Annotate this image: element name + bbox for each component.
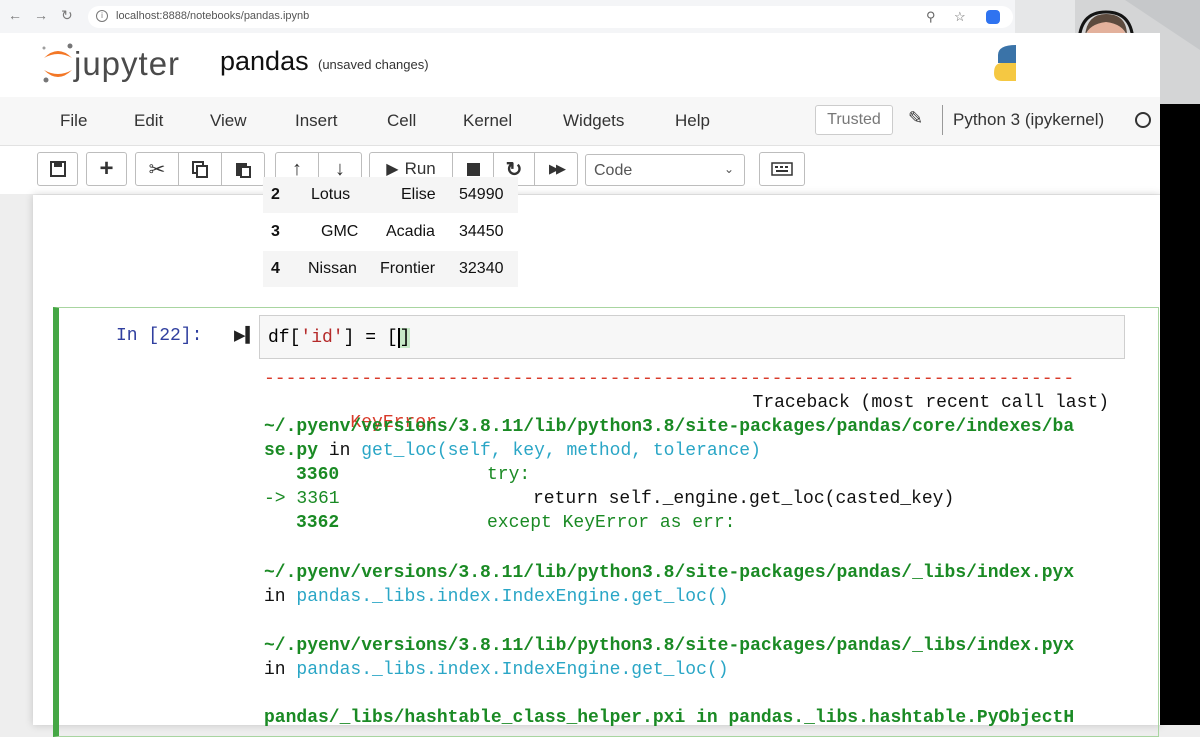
traceback-function: pandas._libs.index.IndexEngine.get_loc() [296,660,729,680]
address-bar[interactable]: i localhost:8888/notebooks/pandas.ipynb … [88,6,1013,28]
traceback-path: ~/.pyenv/versions/3.8.11/lib/python3.8/s… [264,636,1075,656]
cell-price: 32340 [459,260,504,277]
cell-model: Elise [401,186,436,203]
line-number: 3362 [296,513,340,533]
menu-widgets[interactable]: Widgets [563,111,624,131]
in-word: in [264,660,286,680]
cell-make: GMC [321,223,359,240]
traceback-label: Traceback (most recent call last) [752,393,1109,413]
screen-edge [1160,104,1200,725]
forward-icon[interactable]: → [34,7,48,23]
traceback-path: ~/.pyenv/versions/3.8.11/lib/python3.8/s… [264,417,1075,437]
back-icon[interactable]: ← [8,7,22,23]
menu-file[interactable]: File [60,111,87,131]
menu-insert[interactable]: Insert [295,111,338,131]
edit-pencil-icon[interactable]: ✎ [908,108,923,129]
cell-price: 54990 [459,186,504,203]
cell-make: Nissan [308,260,357,277]
kernel-status-icon [1135,112,1151,128]
code-line: return self._engine.get_loc(casted_key) [533,489,955,509]
run-all-button[interactable]: ▶▶ [534,152,578,186]
copy-icon [192,161,208,178]
notebook-name[interactable]: pandas [220,46,309,77]
menu-cell[interactable]: Cell [387,111,416,131]
browser-toolbar: ← → ↻ i localhost:8888/notebooks/pandas.… [0,0,1015,34]
traceback-function: pandas._libs.index.IndexEngine.get_loc() [296,587,729,607]
cell-model: Frontier [380,260,436,277]
traceback-function: get_loc(self, key, method, tolerance) [361,441,761,461]
table-row: 3 GMC Acadia 34450 [263,214,518,250]
row-index: 4 [271,260,280,277]
paste-icon [236,163,251,178]
cell-price: 34450 [459,223,504,240]
menu-edit[interactable]: Edit [134,111,163,131]
python-logo-icon [994,45,1016,81]
input-prompt: In [22]: [116,326,203,346]
paste-button[interactable] [221,152,265,186]
traceback-line: in pandas._libs.index.IndexEngine.get_lo… [264,660,729,680]
cell-running-icon: ▶▍ [234,327,258,344]
toolbar: + ✂ ↑ ↓ ▶ Run ↻ ▶▶ Code ⌄ [0,146,1160,194]
code-text: ] = [ [343,328,398,348]
cell-model: Acadia [386,223,435,240]
divider [942,105,943,135]
traceback-separator: ----------------------------------------… [264,369,1075,389]
row-index: 2 [271,186,280,203]
scissors-icon: ✂ [148,158,166,181]
menu-view[interactable]: View [210,111,247,131]
line-arrow: -> 3361 [264,489,340,509]
traceback-path: ~/.pyenv/versions/3.8.11/lib/python3.8/s… [264,563,1075,583]
save-icon [49,161,66,177]
menu-kernel[interactable]: Kernel [463,111,512,131]
code-cell[interactable]: In [22]: ▶▍ df['id'] = [] --------------… [53,307,1159,737]
bookmark-star-icon[interactable]: ☆ [954,9,966,25]
jupyter-logo-icon[interactable] [40,42,76,86]
code-line: try: [487,465,531,485]
insert-cell-button[interactable]: + [86,152,127,186]
save-status: (unsaved changes) [318,57,429,72]
copy-button[interactable] [178,152,222,186]
trusted-indicator[interactable]: Trusted [815,105,893,135]
cell-make: Lotus [311,186,351,203]
traceback-line: in pandas._libs.index.IndexEngine.get_lo… [264,587,729,607]
code-bracket-cursor: ] [397,328,411,348]
zoom-icon[interactable]: ⚲ [926,9,936,25]
kernel-name[interactable]: Python 3 (ipykernel) [953,110,1104,130]
line-number: 3360 [296,465,340,485]
menu-help[interactable]: Help [675,111,710,131]
notebook-header: jupyter pandas (unsaved changes) [0,33,1160,97]
run-label: Run [404,159,436,178]
fast-forward-icon: ▶▶ [549,161,566,176]
code-line: except KeyError as err: [487,513,736,533]
jupyter-brand[interactable]: jupyter [74,45,180,83]
chevron-down-icon: ⌄ [724,162,735,176]
notebook-area[interactable]: 2 Lotus Elise 54990 3 GMC Acadia 34450 4… [0,177,1161,737]
in-word: in [318,441,362,461]
plus-icon: + [99,155,114,182]
keyboard-icon [771,162,793,176]
info-icon: i [96,10,108,22]
cut-button[interactable]: ✂ [135,152,179,186]
code-input[interactable]: df['id'] = [] [259,315,1125,359]
in-word: in [264,587,286,607]
table-row: 2 Lotus Elise 54990 [263,177,518,213]
code-string: 'id' [300,328,344,348]
reload-icon[interactable]: ↻ [61,7,73,24]
table-row: 4 Nissan Frontier 32340 [263,251,518,287]
cell-type-value: Code [594,162,633,179]
extension-icon[interactable] [986,10,1000,24]
save-button[interactable] [37,152,78,186]
row-index: 3 [271,223,280,240]
menubar: File Edit View Insert Cell Kernel Widget… [0,97,1160,146]
notebook-page: 2 Lotus Elise 54990 3 GMC Acadia 34450 4… [33,177,1161,737]
cell-type-select[interactable]: Code ⌄ [585,154,745,186]
traceback-line: se.py in get_loc(self, key, method, tole… [264,441,761,461]
traceback-path: pandas/_libs/hashtable_class_helper.pxi … [264,708,1075,728]
stop-icon [466,162,480,176]
play-icon: ▶ [386,161,399,178]
command-palette-button[interactable] [759,152,805,186]
traceback-path: se.py [264,441,319,461]
code-text: df[ [268,328,301,348]
url-text: localhost:8888/notebooks/pandas.ipynb [116,10,310,22]
